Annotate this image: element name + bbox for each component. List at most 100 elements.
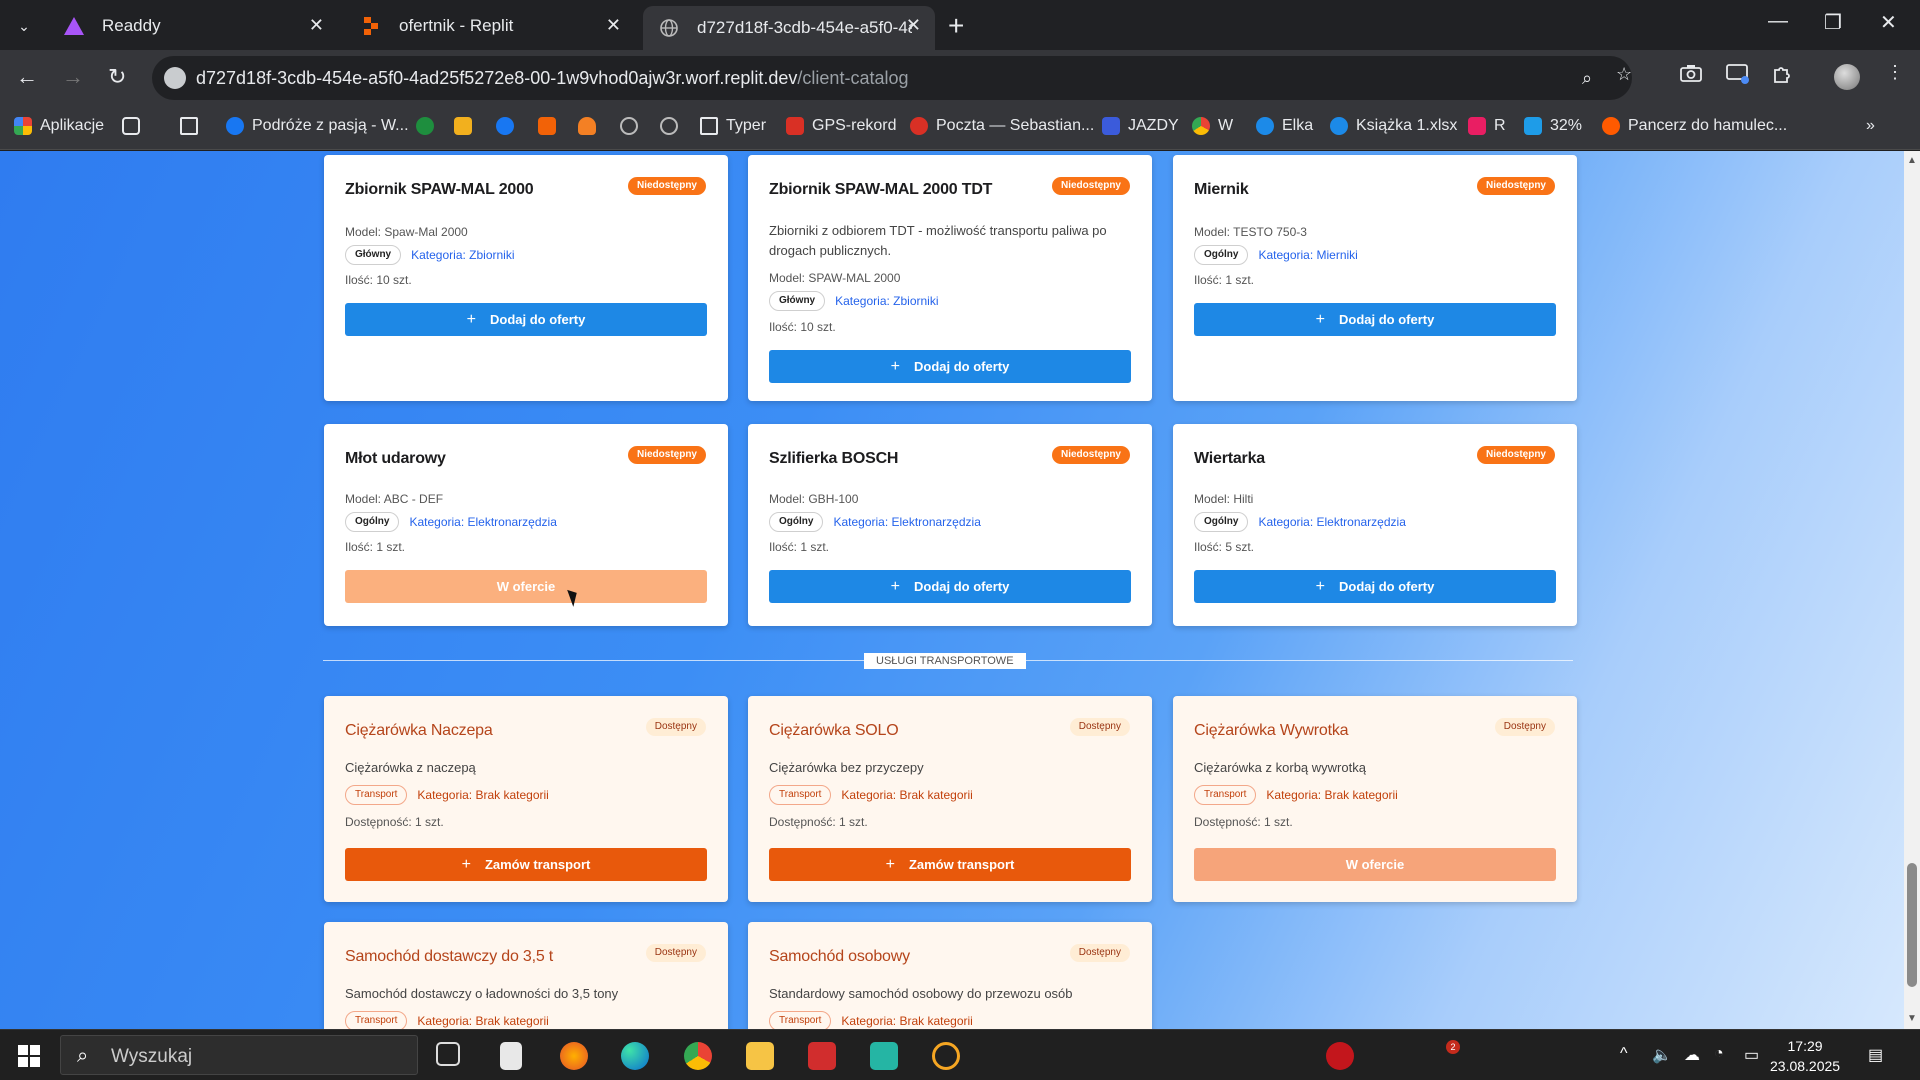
bookmark-facebook-icon[interactable]	[496, 117, 522, 135]
tab-replit[interactable]: ofertnik - Replit ✕	[345, 6, 635, 46]
product-card: Młot udarowy Niedostępny Model: ABC - DE…	[324, 424, 728, 626]
app-red-icon[interactable]	[808, 1042, 836, 1070]
bookmark-gps-rekord[interactable]: GPS-rekord	[786, 117, 896, 135]
app-red-round-icon[interactable]	[1326, 1042, 1354, 1070]
page-scrollbar[interactable]: ▲ ▼	[1904, 151, 1920, 1029]
zoom-magnifier-icon[interactable]: ⌕	[1582, 68, 1592, 89]
category-label: Kategoria: Brak kategorii	[417, 788, 549, 802]
bookmark-jazdy[interactable]: JAZDY	[1102, 117, 1179, 135]
bookmarks-bar: Aplikacje Podróże z pasją - W... Typer G…	[0, 108, 1920, 150]
in-offer-button[interactable]: W ofercie	[345, 570, 707, 603]
order-transport-button[interactable]: + Zamów transport	[345, 848, 707, 881]
transport-tags: Transport Kategoria: Brak kategorii	[769, 785, 973, 805]
battery-icon[interactable]: ▭	[1744, 1045, 1759, 1065]
close-window-icon[interactable]: ✕	[1880, 10, 1897, 35]
add-to-offer-button[interactable]: + Dodaj do oferty	[345, 303, 707, 336]
bookmark-openai-icon[interactable]	[660, 117, 686, 135]
add-to-offer-button[interactable]: + Dodaj do oferty	[1194, 570, 1556, 603]
add-to-offer-button[interactable]: + Dodaj do oferty	[769, 570, 1131, 603]
url-text[interactable]: d727d18f-3cdb-454e-a5f0-4ad25f5272e8-00-…	[196, 68, 908, 89]
transport-section-label: USŁUGI TRANSPORTOWE	[864, 653, 1026, 669]
system-clock[interactable]: 17:29 23.08.2025	[1770, 1036, 1840, 1076]
scroll-up-arrow-icon[interactable]: ▲	[1907, 155, 1917, 166]
file-explorer-icon[interactable]	[746, 1042, 774, 1070]
taskbar-search-box[interactable]: ⌕ Wyszukaj	[60, 1035, 418, 1075]
firefox-icon[interactable]	[560, 1042, 588, 1070]
order-transport-button[interactable]: + Zamów transport	[769, 848, 1131, 881]
volume-icon[interactable]: 🔈	[1652, 1045, 1672, 1065]
onedrive-cloud-icon[interactable]: ☁	[1684, 1045, 1700, 1065]
bookmark-typer[interactable]: Typer	[700, 117, 766, 135]
app-teal-icon[interactable]	[870, 1042, 898, 1070]
folder-icon[interactable]	[180, 117, 206, 135]
transport-card: Samochód dostawczy do 3,5 t Dostępny Sam…	[324, 922, 728, 1029]
type-chip: Transport	[345, 785, 408, 805]
category-label: Kategoria: Brak kategorii	[417, 1014, 549, 1028]
category-label: Kategoria: Elektronarzędzia	[833, 515, 981, 529]
reload-icon[interactable]: ↻	[108, 64, 126, 90]
add-to-offer-button[interactable]: + Dodaj do oferty	[769, 350, 1131, 383]
restore-icon[interactable]: ❐	[1824, 10, 1842, 35]
allegro-icon	[1602, 117, 1620, 135]
product-name: Wiertarka	[1194, 450, 1265, 467]
windows-taskbar: ⌕ Wyszukaj 2 ^ 🔈 ☁ ◔ ▭ 17:29 23.08.2025 …	[0, 1029, 1920, 1080]
wifi-icon[interactable]: ◔	[1714, 1045, 1724, 1063]
more-menu-icon[interactable]: ⋮	[1886, 62, 1910, 84]
edge-icon[interactable]	[621, 1042, 649, 1070]
bookmark-32[interactable]: 32%	[1524, 117, 1582, 135]
add-to-offer-button[interactable]: + Dodaj do oferty	[1194, 303, 1556, 336]
category-label: Kategoria: Elektronarzędzia	[1258, 515, 1406, 529]
bookmark-toolbox-icon[interactable]	[454, 117, 480, 135]
tab-search-chevron-icon[interactable]: ⌄	[10, 12, 38, 40]
close-tab-icon[interactable]: ✕	[309, 15, 324, 36]
status-badge: Niedostępny	[1476, 446, 1555, 464]
notification-count-badge: 2	[1446, 1040, 1460, 1054]
tab-active-app[interactable]: d727d18f-3cdb-454e-a5f0-4ad ✕	[643, 6, 935, 50]
bookmark-elka[interactable]: Elka	[1256, 117, 1313, 135]
bookmark-star-icon[interactable]: ☆	[1616, 64, 1640, 86]
chrome-icon[interactable]	[684, 1042, 712, 1070]
in-offer-button[interactable]: W ofercie	[1194, 848, 1556, 881]
bookmark-poczta[interactable]: Poczta — Sebastian...	[910, 117, 1094, 135]
more-bookmarks-chevron-icon[interactable]: »	[1866, 117, 1875, 135]
bookmark-replit-icon[interactable]	[538, 117, 564, 135]
file-icon[interactable]	[500, 1042, 522, 1070]
windows-start-icon[interactable]	[18, 1045, 40, 1067]
bookmark-r[interactable]: R	[1468, 117, 1506, 135]
close-tab-icon[interactable]: ✕	[906, 15, 921, 36]
bookmark-pancerz[interactable]: Pancerz do hamulec...	[1602, 117, 1787, 135]
back-arrow-icon[interactable]: ←	[16, 64, 38, 90]
tab-groups-icon[interactable]	[122, 117, 148, 135]
profile-avatar[interactable]	[1834, 64, 1860, 90]
bookmark-green-icon[interactable]	[416, 117, 442, 135]
product-card: Miernik Niedostępny Model: TESTO 750-3 O…	[1173, 155, 1577, 401]
type-chip: Ogólny	[1194, 245, 1249, 265]
show-hidden-icons-chevron-icon[interactable]: ^	[1620, 1045, 1628, 1063]
task-view-icon[interactable]	[436, 1042, 460, 1066]
bookmark-apps[interactable]: Aplikacje	[14, 117, 104, 135]
scrollbar-thumb[interactable]	[1907, 863, 1917, 987]
bookmark-globe-icon[interactable]	[620, 117, 646, 135]
extensions-puzzle-icon[interactable]	[1772, 64, 1796, 86]
address-bar[interactable]: d727d18f-3cdb-454e-a5f0-4ad25f5272e8-00-…	[152, 56, 1632, 100]
clock-time: 17:29	[1787, 1038, 1823, 1054]
bookmark-podroze[interactable]: Podróże z pasją - W...	[226, 117, 409, 135]
site-info-icon[interactable]	[164, 67, 186, 89]
new-tab-plus-icon[interactable]: +	[948, 10, 964, 42]
forward-arrow-icon[interactable]: →	[62, 64, 84, 90]
transport-tags: Transport Kategoria: Brak kategorii	[345, 1011, 549, 1029]
minimize-icon[interactable]: —	[1768, 10, 1788, 33]
globe-icon	[659, 18, 679, 38]
close-tab-icon[interactable]: ✕	[606, 15, 621, 36]
cast-icon[interactable]	[1726, 64, 1750, 86]
bookmark-w[interactable]: W	[1192, 117, 1233, 135]
notifications-icon[interactable]: ▤	[1868, 1045, 1883, 1065]
tab-title: d727d18f-3cdb-454e-a5f0-4ad	[697, 18, 912, 37]
plus-icon: +	[1315, 310, 1325, 328]
tab-readdy[interactable]: Readdy ✕	[48, 6, 338, 46]
camera-icon[interactable]	[1680, 64, 1704, 86]
bookmark-cloud-icon[interactable]	[578, 117, 604, 135]
power-app-icon[interactable]	[932, 1042, 960, 1070]
scroll-down-arrow-icon[interactable]: ▼	[1907, 1013, 1917, 1024]
bookmark-ksiazka[interactable]: Książka 1.xlsx	[1330, 117, 1457, 135]
